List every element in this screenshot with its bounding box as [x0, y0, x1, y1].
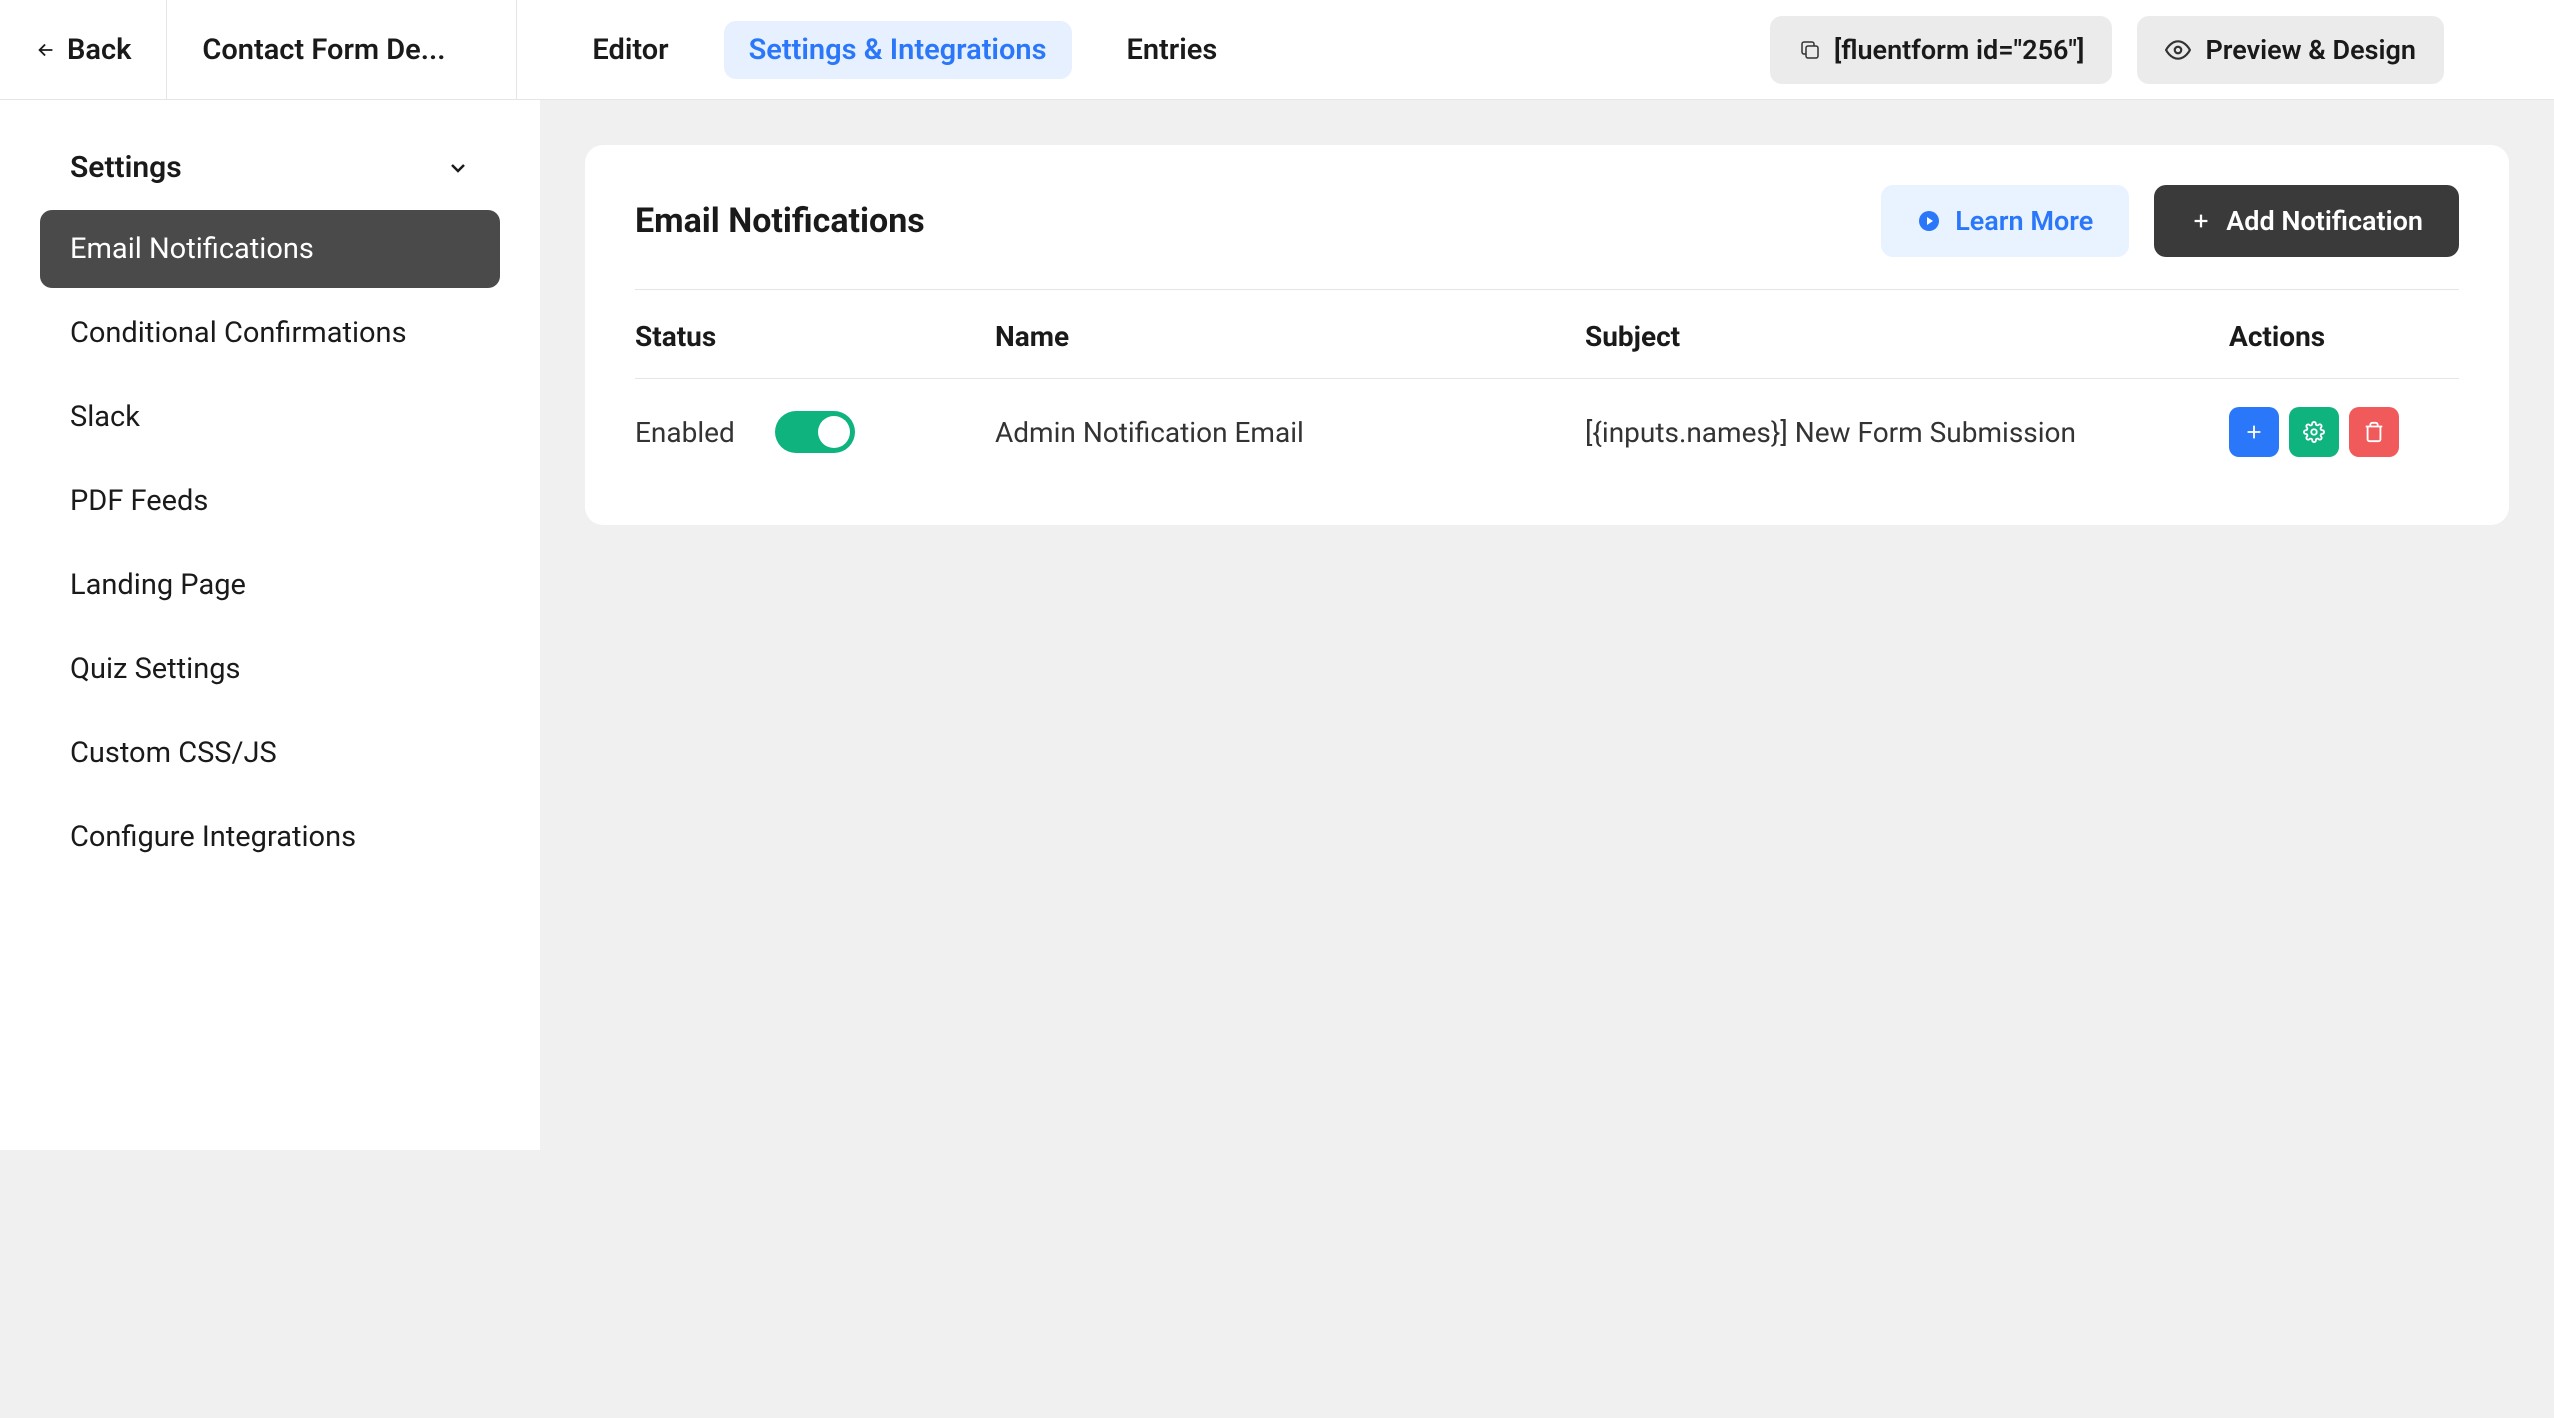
- arrow-left-icon: [35, 39, 57, 61]
- name-cell[interactable]: Admin Notification Email: [995, 416, 1585, 449]
- tab-settings-integrations[interactable]: Settings & Integrations: [724, 21, 1072, 79]
- header-right: [fluentform id="256"] Preview & Design: [1770, 16, 2554, 84]
- table-row: Enabled Admin Notification Email [{input…: [635, 379, 2459, 485]
- col-header-subject: Subject: [1585, 320, 2229, 353]
- table-header: Status Name Subject Actions: [635, 290, 2459, 379]
- actions-cell: [2229, 407, 2459, 457]
- sidebar-item-landing-page[interactable]: Landing Page: [40, 546, 500, 624]
- sidebar-header-settings[interactable]: Settings: [40, 125, 500, 210]
- add-notification-button[interactable]: Add Notification: [2154, 185, 2459, 257]
- main-content: Email Notifications Learn More Add Notif…: [540, 100, 2554, 1418]
- edit-button[interactable]: [2289, 407, 2339, 457]
- header-tabs: Editor Settings & Integrations Entries: [517, 21, 1769, 79]
- sidebar-item-configure-integrations[interactable]: Configure Integrations: [40, 798, 500, 876]
- status-label: Enabled: [635, 416, 735, 449]
- status-toggle[interactable]: [775, 411, 855, 453]
- copy-icon: [1798, 38, 1822, 62]
- sidebar-item-quiz-settings[interactable]: Quiz Settings: [40, 630, 500, 708]
- preview-design-button[interactable]: Preview & Design: [2137, 16, 2444, 84]
- preview-label: Preview & Design: [2205, 34, 2416, 66]
- plus-icon: [2190, 210, 2212, 232]
- card-title: Email Notifications: [635, 201, 925, 241]
- tab-entries[interactable]: Entries: [1102, 21, 1243, 79]
- col-header-name: Name: [995, 320, 1585, 353]
- tab-editor[interactable]: Editor: [567, 21, 693, 79]
- delete-button[interactable]: [2349, 407, 2399, 457]
- form-title[interactable]: Contact Form De...: [167, 0, 517, 99]
- app-header: Back Contact Form De... Editor Settings …: [0, 0, 2554, 100]
- subject-cell: [{inputs.names}] New Form Submission: [1585, 416, 2229, 449]
- main-layout: Settings Email Notifications Conditional…: [0, 100, 2554, 1418]
- trash-icon: [2363, 421, 2385, 443]
- sidebar-item-email-notifications[interactable]: Email Notifications: [40, 210, 500, 288]
- col-header-actions: Actions: [2229, 320, 2459, 353]
- sidebar-item-conditional-confirmations[interactable]: Conditional Confirmations: [40, 294, 500, 372]
- status-cell: Enabled: [635, 411, 995, 453]
- sidebar-item-slack[interactable]: Slack: [40, 378, 500, 456]
- shortcode-text: [fluentform id="256"]: [1834, 34, 2085, 66]
- add-notification-label: Add Notification: [2226, 205, 2423, 237]
- shortcode-button[interactable]: [fluentform id="256"]: [1770, 16, 2113, 84]
- col-header-status: Status: [635, 320, 995, 353]
- back-label: Back: [67, 33, 131, 67]
- card-header: Email Notifications Learn More Add Notif…: [635, 185, 2459, 290]
- chevron-down-icon: [446, 156, 470, 180]
- back-button[interactable]: Back: [0, 0, 167, 99]
- learn-more-label: Learn More: [1955, 205, 2093, 237]
- plus-icon: [2243, 421, 2265, 443]
- sidebar-item-custom-css-js[interactable]: Custom CSS/JS: [40, 714, 500, 792]
- gear-icon: [2303, 421, 2325, 443]
- sidebar-item-pdf-feeds[interactable]: PDF Feeds: [40, 462, 500, 540]
- sidebar-header-label: Settings: [70, 150, 182, 185]
- play-circle-icon: [1917, 209, 1941, 233]
- duplicate-button[interactable]: [2229, 407, 2279, 457]
- card-actions: Learn More Add Notification: [1881, 185, 2459, 257]
- sidebar: Settings Email Notifications Conditional…: [0, 100, 540, 1150]
- email-notifications-card: Email Notifications Learn More Add Notif…: [585, 145, 2509, 525]
- learn-more-button[interactable]: Learn More: [1881, 185, 2129, 257]
- eye-icon: [2165, 37, 2191, 63]
